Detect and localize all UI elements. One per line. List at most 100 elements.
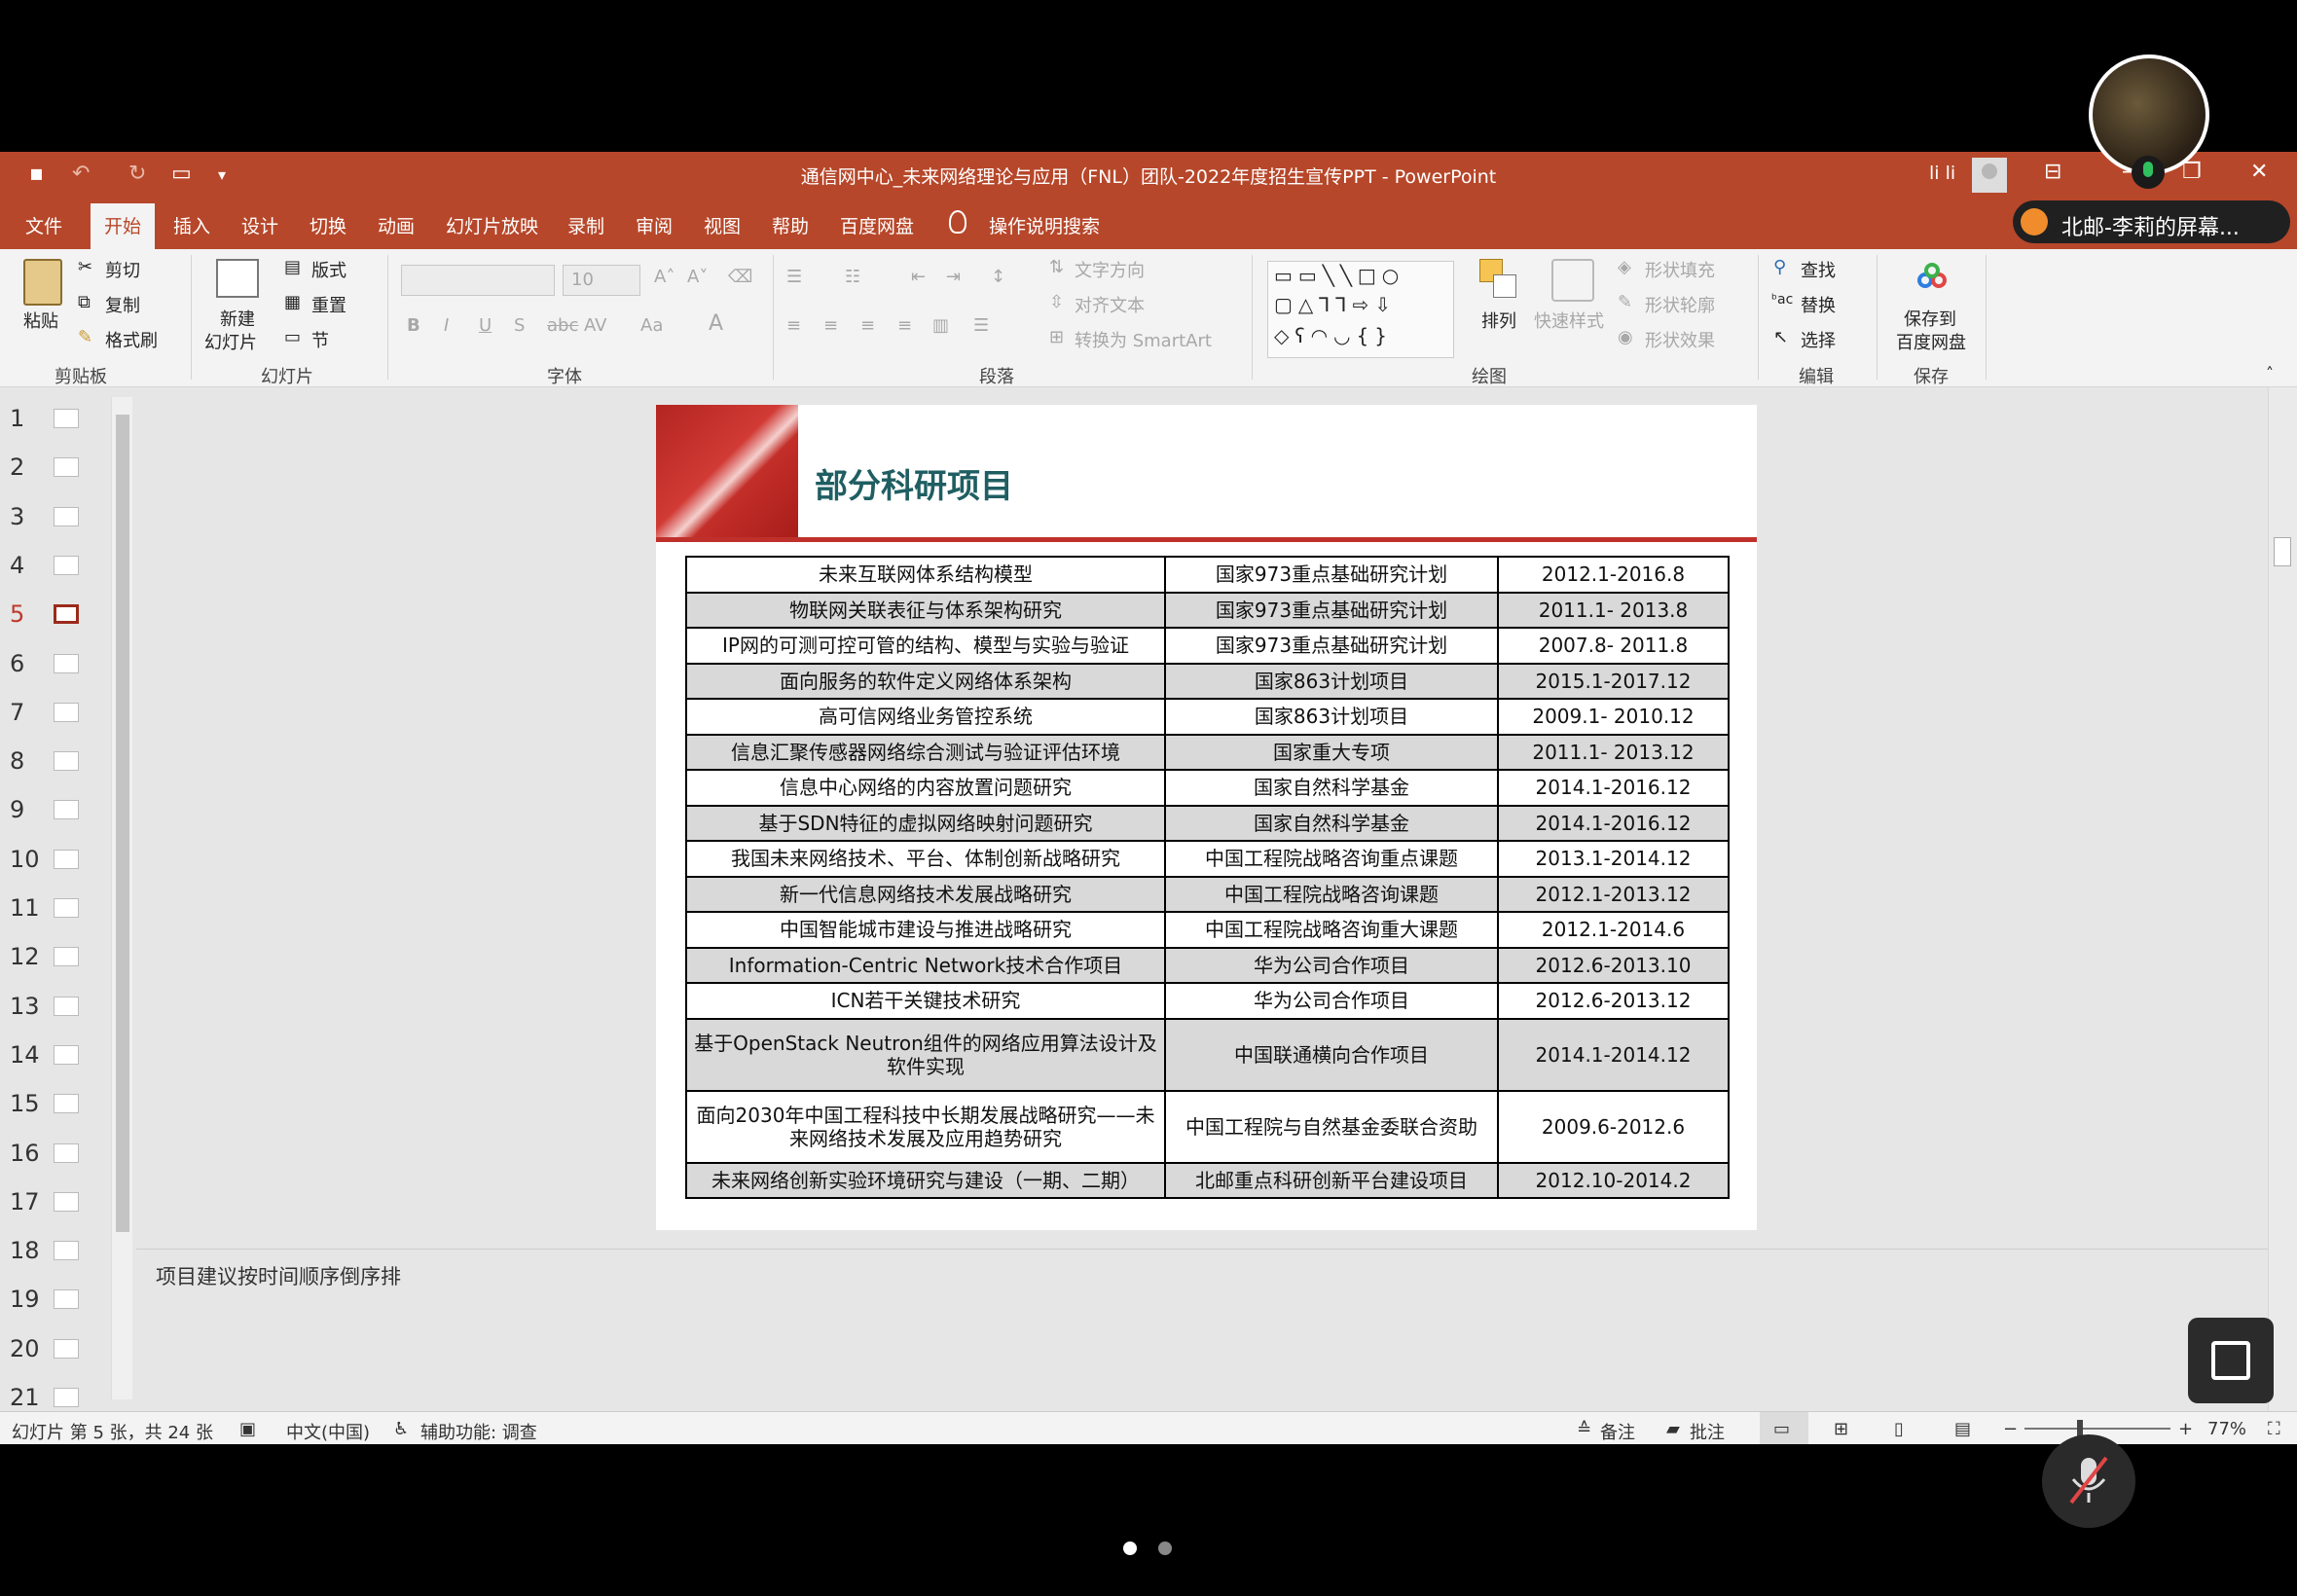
shadow-button[interactable]: S: [514, 315, 525, 336]
paste-icon[interactable]: [23, 259, 62, 306]
slide-title[interactable]: 部分科研项目: [815, 459, 1013, 507]
project-name-cell[interactable]: 信息汇聚传感器网络综合测试与验证评估环境: [685, 733, 1166, 771]
tab-animations[interactable]: 动画: [378, 212, 415, 238]
slide-thumbnail[interactable]: [54, 409, 79, 428]
project-name-cell[interactable]: 未来网络创新实验环境研究与建设（一期、二期）: [685, 1161, 1166, 1199]
screen-share-presenter-pill[interactable]: 北邮-李莉的屏幕...: [2013, 200, 2290, 243]
funding-source-cell[interactable]: 中国工程院战略咨询重大课题: [1164, 911, 1499, 949]
notes-icon[interactable]: ≙: [1577, 1419, 1591, 1439]
project-period-cell[interactable]: 2012.6-2013.12: [1497, 982, 1730, 1020]
slideshow-view-icon[interactable]: ▤: [1954, 1419, 1971, 1439]
slide-thumbnail[interactable]: [54, 457, 79, 478]
project-period-cell[interactable]: 2007.8- 2011.8: [1497, 627, 1730, 665]
table-row[interactable]: 面向2030年中国工程科技中长期发展战略研究——未来网络技术发展及应用趋势研究中…: [685, 1089, 1730, 1164]
slide-thumbnail[interactable]: [54, 1044, 79, 1065]
cut-icon[interactable]: ✂: [78, 257, 92, 277]
decrease-indent-icon[interactable]: ⇤: [911, 267, 926, 287]
layout-icon[interactable]: ▤: [284, 257, 301, 277]
notes-toggle[interactable]: 备注: [1600, 1419, 1635, 1444]
table-row[interactable]: 面向服务的软件定义网络体系架构 国家863计划项目 2015.1-2017.12: [685, 662, 1730, 700]
align-right-icon[interactable]: ≡: [860, 315, 875, 336]
page-indicator-dot-active[interactable]: [1123, 1542, 1137, 1555]
table-row[interactable]: 高可信网络业务管控系统 国家863计划项目 2009.1- 2010.12: [685, 698, 1730, 736]
funding-source-cell[interactable]: 国家重大专项: [1164, 733, 1499, 771]
table-row[interactable]: 物联网关联表征与体系架构研究 国家973重点基础研究计划 2011.1- 2013.…: [685, 591, 1730, 629]
format-painter-button[interactable]: 格式刷: [105, 327, 158, 352]
close-icon[interactable]: ✕: [2250, 160, 2268, 184]
project-period-cell[interactable]: 2012.1-2016.8: [1497, 556, 1730, 594]
project-period-cell[interactable]: 2015.1-2017.12: [1497, 662, 1730, 700]
text-direction-icon[interactable]: ⇅: [1049, 257, 1064, 277]
tab-home[interactable]: 开始: [91, 203, 156, 249]
font-size-select[interactable]: 10: [563, 265, 640, 296]
slide-thumbnail[interactable]: [54, 849, 79, 869]
zoom-out-icon[interactable]: −: [2003, 1419, 2018, 1439]
page-indicator-dot[interactable]: [1158, 1542, 1172, 1555]
tab-slideshow[interactable]: 幻灯片放映: [446, 212, 538, 238]
section-icon[interactable]: ▭: [284, 327, 301, 347]
find-icon[interactable]: ⚲: [1773, 257, 1786, 277]
smartart-icon[interactable]: ⊞: [1049, 327, 1064, 347]
copy-button[interactable]: 复制: [105, 292, 140, 317]
slide-thumbnail[interactable]: [54, 1191, 79, 1212]
project-name-cell[interactable]: 高可信网络业务管控系统: [685, 698, 1166, 736]
slide-thumbnail[interactable]: [54, 1289, 79, 1310]
strikethrough-icon[interactable]: abc: [547, 315, 578, 336]
user-avatar[interactable]: [1972, 158, 2007, 193]
shape-fill-icon[interactable]: ◈: [1618, 257, 1631, 277]
tab-design[interactable]: 设计: [241, 212, 278, 238]
cut-button[interactable]: 剪切: [105, 257, 140, 282]
funding-source-cell[interactable]: 华为公司合作项目: [1164, 982, 1499, 1020]
notes-text[interactable]: 项目建议按时间顺序倒序排: [156, 1261, 401, 1290]
tab-file[interactable]: 文件: [25, 212, 62, 238]
project-table[interactable]: 未来互联网体系结构模型 国家973重点基础研究计划 2012.1-2016.8 物联网…: [685, 556, 1730, 1199]
tab-view[interactable]: 视图: [704, 212, 741, 238]
spell-check-icon[interactable]: ▣: [239, 1419, 256, 1439]
shape-effects-button[interactable]: 形状效果: [1645, 327, 1715, 352]
project-name-cell[interactable]: 面向2030年中国工程科技中长期发展战略研究——未来网络技术发展及应用趋势研究: [685, 1089, 1166, 1164]
funding-source-cell[interactable]: 国家973重点基础研究计划: [1164, 556, 1499, 594]
accessibility-icon[interactable]: ♿: [393, 1419, 409, 1439]
slide-thumbnail[interactable]: [54, 555, 79, 575]
project-name-cell[interactable]: 新一代信息网络技术发展战略研究: [685, 875, 1166, 913]
project-period-cell[interactable]: 2009.6-2012.6: [1497, 1089, 1730, 1164]
project-period-cell[interactable]: 2014.1-2016.12: [1497, 769, 1730, 807]
tab-baidu-netdisk[interactable]: 百度网盘: [840, 212, 914, 238]
table-row[interactable]: 我国未来网络技术、平台、体制创新战略研究 中国工程院战略咨询重点课题 2013.1-…: [685, 840, 1730, 878]
project-name-cell[interactable]: 我国未来网络技术、平台、体制创新战略研究: [685, 840, 1166, 878]
comments-icon[interactable]: ▰: [1666, 1419, 1680, 1439]
project-period-cell[interactable]: 2011.1- 2013.8: [1497, 591, 1730, 629]
slide-thumbnail[interactable]: [54, 1143, 79, 1163]
funding-source-cell[interactable]: 北邮重点科研创新平台建设项目: [1164, 1161, 1499, 1199]
select-icon[interactable]: ↖: [1773, 327, 1788, 347]
project-name-cell[interactable]: 未来互联网体系结构模型: [685, 556, 1166, 594]
project-period-cell[interactable]: 2012.6-2013.10: [1497, 946, 1730, 984]
text-direction-button[interactable]: 文字方向: [1075, 257, 1145, 282]
columns-icon[interactable]: ▥: [932, 315, 949, 336]
font-family-select[interactable]: [401, 265, 555, 296]
paste-button[interactable]: 粘贴: [23, 308, 58, 333]
project-period-cell[interactable]: 2013.1-2014.12: [1497, 840, 1730, 878]
justify-icon[interactable]: ≡: [897, 315, 912, 336]
vertical-scrollbar[interactable]: [2268, 387, 2297, 1411]
project-name-cell[interactable]: 物联网关联表征与体系架构研究: [685, 591, 1166, 629]
funding-source-cell[interactable]: 中国工程院战略咨询重点课题: [1164, 840, 1499, 878]
section-button[interactable]: 节: [311, 327, 329, 352]
comments-toggle[interactable]: 批注: [1690, 1419, 1725, 1444]
replace-button[interactable]: 替换: [1801, 292, 1836, 317]
align-text-icon[interactable]: ⇳: [1049, 292, 1064, 312]
funding-source-cell[interactable]: 中国工程院战略咨询课题: [1164, 875, 1499, 913]
arrange-icon[interactable]: [1479, 259, 1518, 302]
slide-thumbnail[interactable]: [54, 604, 79, 625]
table-row[interactable]: 未来网络创新实验环境研究与建设（一期、二期） 北邮重点科研创新平台建设项目 2012…: [685, 1161, 1730, 1199]
tab-transitions[interactable]: 切换: [310, 212, 346, 238]
zoom-in-icon[interactable]: +: [2178, 1419, 2193, 1439]
convert-smartart-button[interactable]: 转换为 SmartArt: [1075, 327, 1212, 352]
table-row[interactable]: 基于OpenStack Neutron组件的网络应用算法设计及软件实现 中国联通横…: [685, 1017, 1730, 1092]
accessibility-status[interactable]: 辅助功能: 调查: [420, 1419, 537, 1444]
project-name-cell[interactable]: 基于OpenStack Neutron组件的网络应用算法设计及软件实现: [685, 1017, 1166, 1092]
slide-thumbnail[interactable]: [54, 653, 79, 673]
slide-thumbnail[interactable]: [54, 506, 79, 526]
project-period-cell[interactable]: 2012.1-2013.12: [1497, 875, 1730, 913]
table-row[interactable]: 基于SDN特征的虚拟网络映射问题研究 国家自然科学基金 2014.1-2016.12: [685, 804, 1730, 842]
